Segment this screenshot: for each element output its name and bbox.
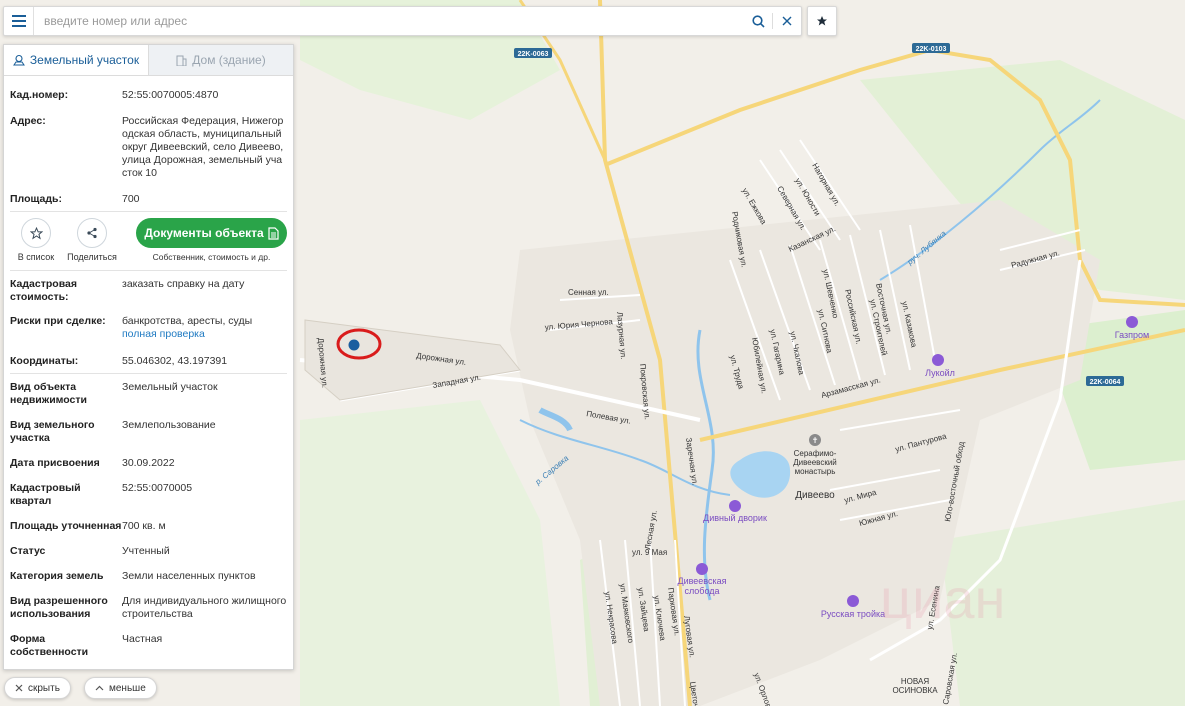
star-outline-icon bbox=[29, 226, 43, 240]
svg-text:22K-0063: 22K-0063 bbox=[518, 51, 549, 58]
hide-label: скрыть bbox=[28, 682, 60, 694]
street-label: Сенная ул. bbox=[568, 288, 609, 297]
object-documents-button[interactable]: Документы объекта bbox=[136, 218, 287, 248]
info-panel: Земельный участок Дом (здание) Кад.номер… bbox=[3, 44, 294, 670]
share-button[interactable]: Поделиться bbox=[64, 218, 120, 262]
field-value: Для индивидуального жилищного строительс… bbox=[122, 595, 287, 620]
favorites-button[interactable] bbox=[807, 6, 837, 36]
document-icon bbox=[268, 226, 279, 240]
menu-button[interactable] bbox=[4, 7, 34, 35]
poi-label: Лукойл bbox=[925, 368, 955, 378]
hotel-icon[interactable] bbox=[696, 563, 708, 575]
star-icon bbox=[817, 16, 827, 26]
docs-subtitle: Собственник, стоимость и др. bbox=[152, 252, 271, 262]
field-value: Землепользование bbox=[122, 419, 216, 431]
search-button[interactable] bbox=[744, 7, 772, 35]
search-bar bbox=[3, 6, 802, 36]
field-value: Земельный участок bbox=[122, 381, 218, 393]
close-icon bbox=[782, 16, 792, 26]
building-icon bbox=[176, 55, 187, 66]
field-label: Координаты: bbox=[10, 355, 79, 367]
menu-icon bbox=[11, 15, 26, 27]
field-label: Кадастровый квартал bbox=[10, 482, 81, 507]
monastery-label: Серафимо-Дивеевский монастырь bbox=[793, 449, 837, 476]
field-label: Форма собственности bbox=[10, 633, 89, 658]
tab-label: Земельный участок bbox=[29, 53, 140, 67]
field-label: Вид земельного участка bbox=[10, 419, 95, 444]
docs-button-label: Документы объекта bbox=[144, 226, 264, 240]
field-label: Кад.номер: bbox=[10, 89, 69, 101]
poi-label: Дивный дворик bbox=[703, 513, 767, 523]
field-value: Земли населенных пунктов bbox=[122, 570, 256, 582]
land-plot-icon bbox=[12, 54, 25, 66]
poi-label: Русская тройка bbox=[821, 609, 885, 619]
less-label: меньше bbox=[109, 682, 146, 694]
share-icon bbox=[87, 227, 97, 239]
field-label: Площадь уточненная bbox=[10, 520, 122, 532]
risks-value: банкротства, аресты, суды bbox=[122, 315, 253, 327]
search-icon bbox=[751, 14, 765, 28]
field-label: Вид объекта недвижимости bbox=[10, 381, 87, 406]
tab-bar: Земельный участок Дом (здание) bbox=[4, 45, 293, 76]
svg-text:22K-0064: 22K-0064 bbox=[1090, 379, 1121, 386]
field-value: 700 кв. м bbox=[122, 520, 166, 532]
town-label: Дивеево bbox=[795, 490, 835, 501]
add-to-list-label: В список bbox=[17, 252, 55, 262]
poi-label: Газпром bbox=[1115, 330, 1149, 340]
poi-label: Дивеевская слобода bbox=[677, 576, 726, 596]
chevron-up-icon bbox=[95, 685, 104, 691]
hotel-icon[interactable] bbox=[729, 500, 741, 512]
share-label: Поделиться bbox=[67, 252, 117, 262]
field-label: Вид разрешенного использования bbox=[10, 595, 108, 620]
field-label: Риски при сделке: bbox=[10, 315, 106, 327]
hotel-icon[interactable] bbox=[847, 595, 859, 607]
hide-panel-button[interactable]: скрыть bbox=[4, 677, 71, 699]
field-label: Адрес: bbox=[10, 115, 46, 127]
address-value: Российская Федерация, Нижегородская обла… bbox=[122, 115, 284, 179]
gas-station-icon[interactable] bbox=[1126, 316, 1138, 328]
field-value: 30.09.2022 bbox=[122, 457, 175, 469]
field-label: Статус bbox=[10, 545, 46, 557]
road-badge: 22K-0063 bbox=[514, 48, 552, 58]
road-badge: 22K-0064 bbox=[1086, 376, 1124, 386]
field-label: Категория земель bbox=[10, 570, 104, 582]
field-label: Дата присвоения bbox=[10, 457, 100, 469]
close-icon bbox=[15, 684, 23, 692]
svg-text:✝: ✝ bbox=[812, 436, 819, 445]
road-badge: 22K-0103 bbox=[912, 43, 950, 53]
selected-plot-marker[interactable] bbox=[348, 339, 360, 351]
order-certificate-link[interactable]: заказать справку на дату bbox=[122, 278, 287, 304]
add-to-list-button[interactable]: В список bbox=[8, 218, 64, 262]
field-label: Кадастровая стоимость: bbox=[10, 278, 77, 303]
gas-station-icon[interactable] bbox=[932, 354, 944, 366]
street-label: ул. 9 Мая bbox=[632, 548, 667, 557]
watermark: циан bbox=[880, 567, 1005, 630]
search-input[interactable] bbox=[34, 7, 744, 35]
svg-text:22K-0103: 22K-0103 bbox=[916, 46, 947, 53]
tab-land-plot[interactable]: Земельный участок bbox=[4, 45, 148, 75]
area-value: 700 bbox=[122, 193, 140, 205]
full-check-link[interactable]: полная проверка bbox=[122, 328, 287, 341]
clear-button[interactable] bbox=[773, 7, 801, 35]
field-value: Частная bbox=[122, 633, 163, 645]
cadastral-number-link[interactable]: 52:55:0070005:4870 bbox=[122, 89, 287, 102]
field-value: 52:55:0070005 bbox=[122, 482, 193, 494]
tab-building[interactable]: Дом (здание) bbox=[148, 45, 293, 75]
coordinates-value: 55.046302, 43.197391 bbox=[122, 355, 228, 367]
field-value: Учтенный bbox=[122, 545, 170, 557]
less-button[interactable]: меньше bbox=[84, 677, 157, 699]
action-bar: В список Поделиться Документы объекта Со… bbox=[4, 212, 293, 270]
tab-label: Дом (здание) bbox=[192, 53, 266, 67]
field-label: Площадь: bbox=[10, 193, 62, 205]
